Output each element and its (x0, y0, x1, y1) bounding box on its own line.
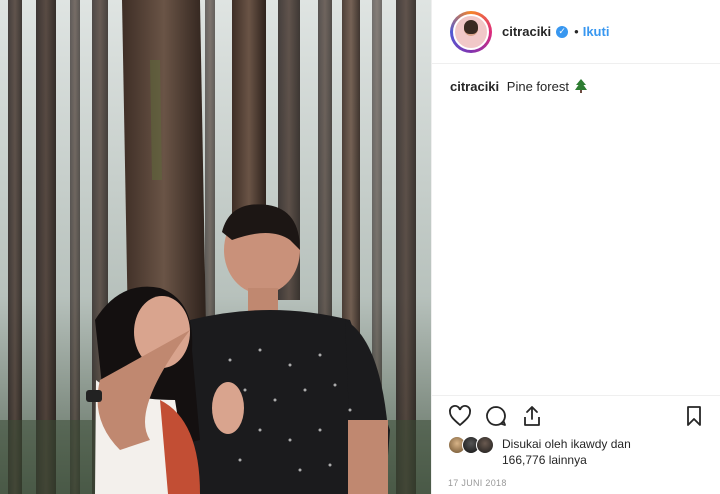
share-icon[interactable] (520, 404, 544, 428)
likes-summary: Disukai oleh ikawdy dan 166,776 lainnya (432, 432, 720, 468)
caption-username-link[interactable]: citraciki (450, 79, 499, 94)
liker-avatar (476, 436, 494, 454)
heart-icon[interactable] (448, 404, 472, 428)
post-photo[interactable] (0, 0, 431, 494)
bookmark-icon[interactable] (682, 404, 706, 428)
caption-text: Pine forest (506, 79, 569, 94)
avatar (453, 13, 489, 50)
post-header: citraciki ✓ • Ikuti (432, 0, 720, 64)
likes-text-line1: Disukai oleh ikawdy dan (502, 437, 631, 451)
likes-text[interactable]: Disukai oleh ikawdy dan 166,776 lainnya (502, 436, 631, 468)
post-side-panel: citraciki ✓ • Ikuti citraciki Pine fores… (431, 0, 720, 494)
follow-button[interactable]: Ikuti (583, 24, 610, 39)
forest-couple-image (0, 0, 431, 494)
action-bar (432, 395, 720, 432)
post-caption: citraciki Pine forest (432, 64, 720, 110)
separator-dot: • (574, 24, 579, 39)
comments-area (432, 110, 720, 395)
username-link[interactable]: citraciki (502, 24, 551, 39)
instagram-post: citraciki ✓ • Ikuti citraciki Pine fores… (0, 0, 720, 494)
verified-badge-icon: ✓ (556, 25, 569, 38)
likes-text-line2: 166,776 lainnya (502, 453, 587, 467)
profile-avatar-ring[interactable] (450, 10, 492, 53)
liker-avatars (448, 436, 496, 456)
evergreen-tree-icon (574, 79, 587, 93)
comment-icon[interactable] (484, 404, 508, 428)
post-date[interactable]: 17 JUNI 2018 (432, 468, 720, 494)
